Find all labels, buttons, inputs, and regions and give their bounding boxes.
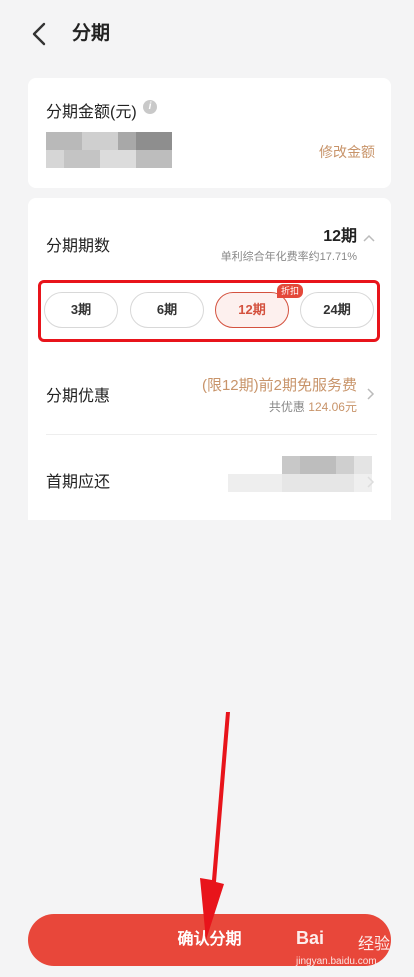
promo-sub-amount: 124.06元	[308, 400, 357, 414]
promo-title[interactable]: (限12期)前2期免服务费	[202, 374, 357, 395]
promo-subtext: 共优惠 124.06元	[269, 398, 357, 415]
terms-label: 分期期数	[46, 238, 111, 255]
chevron-right-icon[interactable]	[367, 388, 375, 400]
discount-badge: 折扣	[277, 284, 304, 298]
amount-card: 分期金额(元) i 修改金额	[28, 78, 391, 188]
header-bar: 分期	[0, 0, 414, 68]
divider	[46, 434, 377, 435]
chevron-up-icon[interactable]	[363, 234, 375, 242]
term-option-24[interactable]: 24期	[300, 292, 374, 328]
plan-card: 分期期数 12期 单利综合年化费率约17.71% 3期 6期 12期 24期 折…	[28, 198, 391, 520]
annotation-arrow-icon	[200, 712, 230, 940]
watermark-cn: 经验	[358, 936, 391, 953]
term-option-6[interactable]: 6期	[130, 292, 204, 328]
amount-value-redacted	[46, 132, 172, 168]
info-icon[interactable]: i	[143, 100, 157, 114]
modify-amount-link[interactable]: 修改金额	[319, 142, 375, 162]
promo-label: 分期优惠	[46, 388, 111, 405]
first-payment-label: 首期应还	[46, 474, 111, 491]
amount-label: 分期金额(元)	[46, 104, 137, 121]
rate-text: 单利综合年化费率约17.71%	[220, 251, 357, 263]
page-title: 分期	[72, 23, 111, 44]
promo-sub-prefix: 共优惠	[268, 400, 305, 414]
first-payment-value-redacted	[228, 456, 378, 496]
term-option-3[interactable]: 3期	[44, 292, 118, 328]
watermark-url: jingyan.baidu.com	[296, 956, 377, 967]
back-arrow-icon[interactable]	[28, 20, 52, 48]
chevron-right-icon[interactable]	[367, 476, 375, 488]
baidu-watermark: Bai 经验 jingyan.baidu.com	[296, 928, 408, 974]
watermark-brand: Bai	[296, 928, 325, 948]
selected-term-value: 12期	[323, 228, 357, 245]
